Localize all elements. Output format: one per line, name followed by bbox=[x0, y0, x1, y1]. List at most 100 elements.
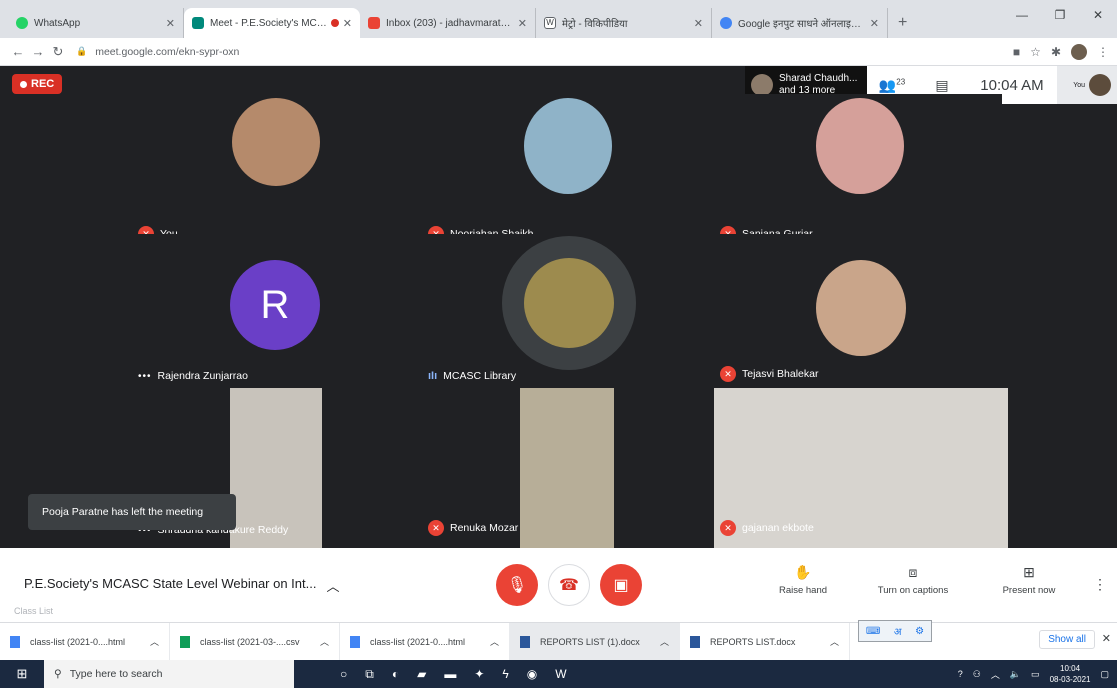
people-icon[interactable]: 👥23 bbox=[867, 77, 917, 94]
tab-google-input[interactable]: Google इनपुट साधने ऑनलाइन वापर ✕ bbox=[712, 8, 888, 38]
self-view-thumbnail[interactable]: You bbox=[1057, 66, 1117, 104]
task-view-icon[interactable]: ⧉ bbox=[365, 667, 374, 682]
present-now-button[interactable]: ⊞ Present now bbox=[984, 564, 1074, 596]
more-options-icon[interactable]: ••• bbox=[138, 371, 152, 382]
tab-gmail[interactable]: Inbox (203) - jadhavmarathi@m ✕ bbox=[360, 8, 536, 38]
extension-icon[interactable]: ✱ bbox=[1051, 45, 1061, 59]
notification-icon[interactable]: ▢ bbox=[1100, 669, 1109, 680]
system-tray: ? ⚇ ︿ 🔈 ▭ 10:04 08-03-2021 ▢ bbox=[958, 660, 1117, 688]
new-tab-button[interactable]: + bbox=[888, 14, 917, 38]
participant-name: Tejasvi Bhalekar bbox=[742, 368, 819, 380]
download-name: class-list (2021-03-....csv bbox=[200, 636, 300, 647]
captions-label: Turn on captions bbox=[877, 585, 949, 596]
chevron-up-icon[interactable]: ︿ bbox=[320, 635, 329, 648]
search-placeholder: Type here to search bbox=[69, 668, 163, 680]
minimize-icon[interactable]: — bbox=[1003, 0, 1041, 30]
close-icon[interactable]: ✕ bbox=[518, 17, 527, 30]
back-icon[interactable]: ← bbox=[8, 44, 28, 59]
chevron-up-icon[interactable]: ︿ bbox=[326, 576, 339, 595]
mic-off-icon: 🎙 bbox=[506, 577, 528, 594]
chat-icon[interactable]: ▤ bbox=[917, 77, 967, 94]
file-explorer-icon[interactable]: ▬ bbox=[444, 667, 456, 682]
avatar bbox=[1089, 74, 1111, 96]
participant-label: ••• Rajendra Zunjarrao bbox=[138, 370, 248, 382]
leave-call-button[interactable]: ☎ bbox=[548, 564, 590, 606]
meeting-details[interactable]: P.E.Society's MCASC State Level Webinar … bbox=[24, 576, 340, 595]
tab-whatsapp[interactable]: WhatsApp ✕ bbox=[8, 8, 184, 38]
download-item[interactable]: class-list (2021-03-....csv ︿ bbox=[170, 622, 340, 661]
menu-icon[interactable]: ⋮ bbox=[1097, 45, 1109, 59]
download-item[interactable]: class-list (2021-0....html ︿ bbox=[0, 622, 170, 661]
close-icon[interactable]: ✕ bbox=[870, 17, 879, 30]
close-icon[interactable]: ✕ bbox=[694, 17, 703, 30]
store-icon[interactable]: ▰ bbox=[417, 667, 426, 682]
hand-icon: ✋ bbox=[794, 564, 812, 580]
word-icon[interactable]: W bbox=[555, 667, 566, 682]
participant-photo bbox=[816, 260, 906, 356]
captions-button[interactable]: ⧈ Turn on captions bbox=[868, 564, 958, 596]
gmail-icon bbox=[368, 17, 380, 29]
profile-avatar[interactable] bbox=[1071, 43, 1087, 60]
chevron-up-icon[interactable]: ︿ bbox=[490, 635, 499, 648]
address-bar: ← → ↻ 🔒 meet.google.com/ekn-sypr-oxn ■ ☆… bbox=[0, 38, 1117, 66]
download-item[interactable]: REPORTS LIST (1).docx ︿ bbox=[510, 622, 680, 661]
show-all-button[interactable]: Show all bbox=[1039, 630, 1095, 649]
more-options-icon[interactable]: ⋮ bbox=[1093, 576, 1107, 593]
close-icon[interactable]: ✕ bbox=[1102, 632, 1111, 645]
record-dot-icon bbox=[20, 80, 27, 88]
participant-photo bbox=[524, 258, 614, 348]
settings-icon[interactable]: ⚙ bbox=[915, 626, 924, 637]
language-icon[interactable]: अ bbox=[894, 624, 902, 638]
app-icon[interactable]: ϟ bbox=[502, 667, 508, 682]
close-icon[interactable]: ✕ bbox=[343, 17, 352, 30]
chevron-up-icon[interactable]: ︿ bbox=[830, 635, 839, 648]
participant-tile[interactable]: ✕ Noorjahan Shaikh bbox=[420, 94, 710, 252]
tab-title: Inbox (203) - jadhavmarathi@m bbox=[386, 17, 514, 29]
participant-tile[interactable]: ✕ gajanan ekbote bbox=[712, 388, 1008, 548]
meet-video-area: REC Sharad Chaudh... and 13 more 👥23 ▤ 1… bbox=[0, 66, 1117, 548]
reload-icon[interactable]: ↻ bbox=[48, 44, 68, 60]
help-icon[interactable]: ? bbox=[958, 669, 963, 679]
star-icon[interactable]: ☆ bbox=[1030, 45, 1041, 59]
raise-hand-button[interactable]: ✋ Raise hand bbox=[758, 564, 848, 596]
chevron-up-icon[interactable]: ︿ bbox=[660, 635, 669, 648]
camera-icon[interactable]: ■ bbox=[1013, 45, 1020, 59]
language-toolbar[interactable]: ⌨ अ ⚙ bbox=[858, 620, 932, 642]
close-window-icon[interactable]: ✕ bbox=[1079, 0, 1117, 30]
download-item[interactable]: class-list (2021-0....html ︿ bbox=[340, 622, 510, 661]
forward-icon[interactable]: → bbox=[28, 44, 48, 59]
self-label: You bbox=[1073, 81, 1085, 89]
participant-initial-avatar: R bbox=[230, 260, 320, 350]
participant-tile[interactable]: ✕ Renuka Mozar bbox=[420, 388, 710, 548]
cortana-icon[interactable]: ○ bbox=[340, 667, 347, 682]
camera-toggle-button[interactable]: ▣ bbox=[600, 564, 642, 606]
participant-tile[interactable]: R ••• Rajendra Zunjarrao bbox=[130, 234, 420, 392]
keyboard-icon[interactable]: ⌨ bbox=[866, 626, 880, 637]
participant-tile[interactable]: ✕ You bbox=[130, 94, 420, 252]
whatsapp-icon bbox=[16, 17, 28, 29]
tab-meet[interactable]: Meet - P.E.Society's MCASC ✕ bbox=[184, 8, 360, 38]
participant-tile[interactable]: ıIı MCASC Library bbox=[420, 234, 710, 392]
close-icon[interactable]: ✕ bbox=[166, 17, 175, 30]
edge-icon[interactable]: ◐ bbox=[392, 667, 399, 682]
clock-time: 10:04 bbox=[1060, 664, 1081, 673]
chrome-icon[interactable]: ◉ bbox=[527, 667, 537, 682]
battery-icon[interactable]: ▭ bbox=[1031, 669, 1040, 680]
people-icon[interactable]: ⚇ bbox=[973, 669, 981, 680]
windows-start-icon[interactable]: ⊞ bbox=[0, 666, 44, 682]
mic-off-icon: ✕ bbox=[428, 520, 444, 536]
dropbox-icon[interactable]: ✦ bbox=[474, 667, 484, 682]
tab-wikipedia[interactable]: W मेट्रो - विकिपीडिया ✕ bbox=[536, 8, 712, 38]
system-clock[interactable]: 10:04 08-03-2021 bbox=[1050, 663, 1091, 685]
download-item[interactable]: REPORTS LIST.docx ︿ bbox=[680, 622, 850, 661]
mic-toggle-button[interactable]: 🎙 bbox=[496, 564, 538, 606]
url-field[interactable]: 🔒 meet.google.com/ekn-sypr-oxn bbox=[76, 41, 1013, 63]
maximize-icon[interactable]: ❐ bbox=[1041, 0, 1079, 30]
chevron-up-icon[interactable]: ︿ bbox=[991, 668, 1000, 681]
taskbar-search[interactable]: ⚲ Type here to search bbox=[44, 660, 294, 688]
chevron-up-icon[interactable]: ︿ bbox=[150, 635, 159, 648]
participant-tile[interactable]: ✕ Sanjana Gurjar bbox=[712, 94, 1002, 252]
participant-tile[interactable]: ✕ Tejasvi Bhalekar bbox=[712, 234, 1002, 392]
participant-video bbox=[520, 388, 614, 548]
volume-icon[interactable]: 🔈 bbox=[1010, 669, 1021, 680]
